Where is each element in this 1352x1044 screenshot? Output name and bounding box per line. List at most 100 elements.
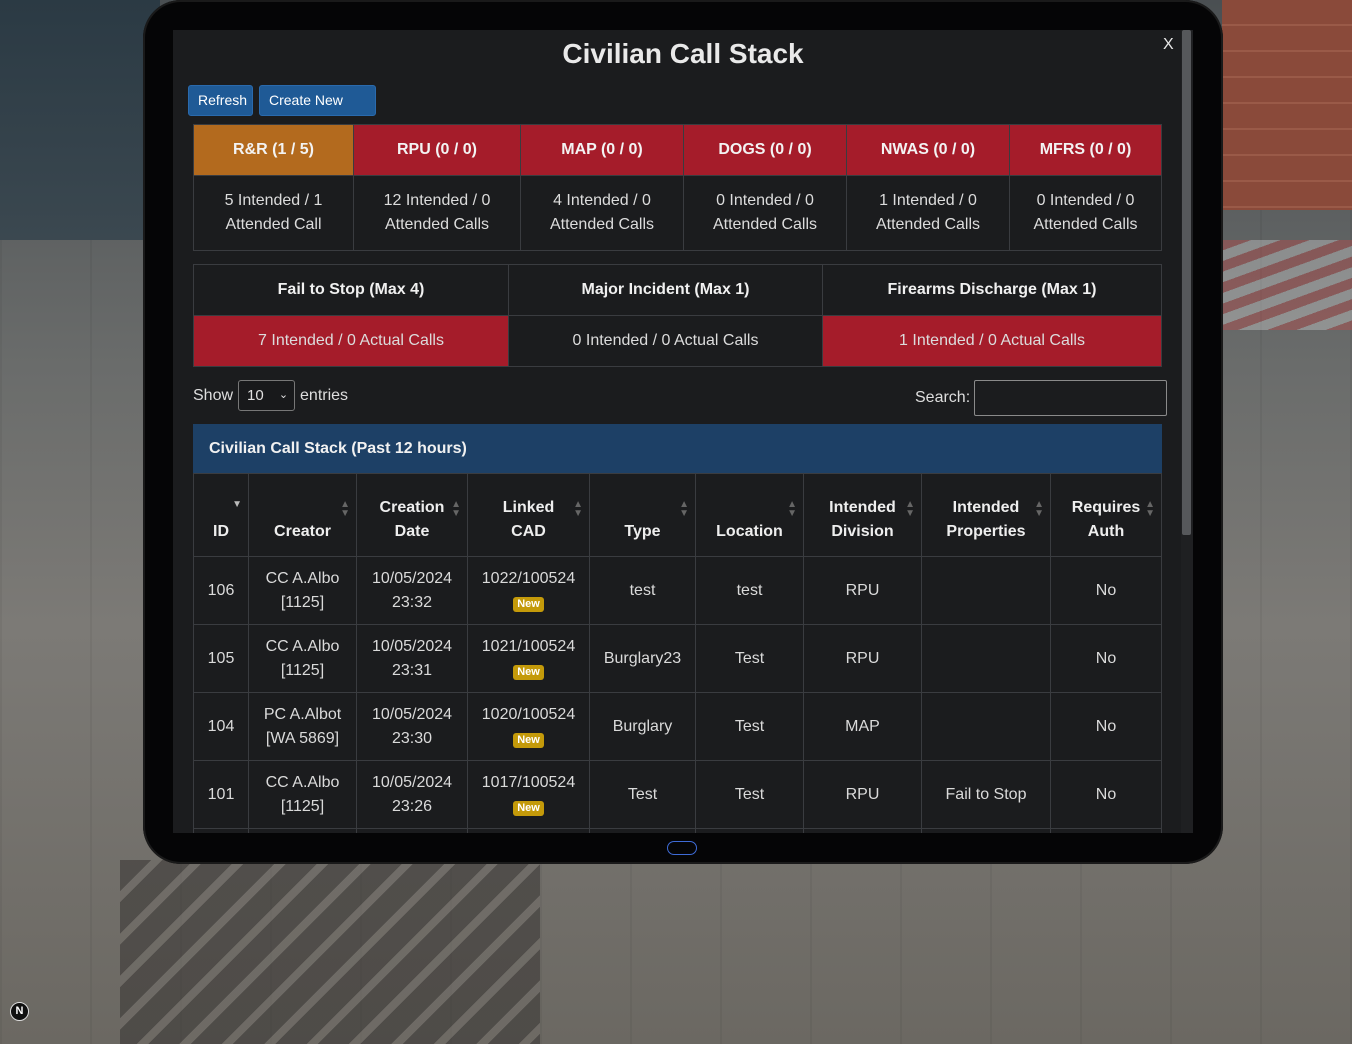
auth-cell — [1050, 828, 1162, 833]
background-curb — [1222, 240, 1352, 330]
creation-date-cell: 10/05/2024 23:26 — [356, 760, 468, 829]
tablet-screen: Civilian Call Stack X Refresh Create New… — [173, 30, 1193, 833]
search-input[interactable] — [974, 380, 1168, 416]
column-header-creator[interactable]: Creator ▲ ▼ — [248, 473, 357, 557]
sort-icon: ▲ ▼ — [451, 499, 461, 519]
location-cell — [695, 828, 804, 833]
scrollbar-thumb[interactable] — [1182, 30, 1191, 535]
call-stack-table: ID ▼ Creator ▲ ▼ Creation Date ▲ ▼ Linked CAD ▲ ▼… — [193, 473, 1162, 833]
properties-cell — [921, 624, 1051, 693]
limit-header-fail-to-stop: Fail to Stop (Max 4) — [193, 264, 509, 316]
limit-header-major-incident: Major Incident (Max 1) — [508, 264, 823, 316]
table-row[interactable]: CC A.Albo10/05/2024 — [193, 828, 1162, 833]
table-row[interactable]: 104 PC A.Albot [WA 5869] 10/05/2024 23:30 102… — [193, 692, 1162, 761]
auth-cell: No — [1050, 760, 1162, 829]
close-button[interactable]: X — [1163, 36, 1174, 54]
new-badge: New — [513, 596, 544, 612]
linked-cad-cell: 1022/100524 New — [467, 556, 590, 625]
search-label: Search: — [915, 389, 971, 406]
column-header-requires-auth[interactable]: Requires Auth ▲ ▼ — [1050, 473, 1162, 557]
type-cell: Test — [589, 760, 696, 829]
division-cell: RPU — [803, 760, 922, 829]
column-header-intended-division[interactable]: Intended Division ▲ ▼ — [803, 473, 922, 557]
sort-icon: ▲ ▼ — [573, 499, 583, 519]
table-header-row: ID ▼ Creator ▲ ▼ Creation Date ▲ ▼ Linked CAD ▲ ▼… — [193, 473, 1162, 557]
division-cell — [803, 828, 922, 833]
location-cell: Test — [695, 692, 804, 761]
sort-icon: ▲ ▼ — [1145, 499, 1155, 519]
linked-cad-cell: 1020/100524 New — [467, 692, 590, 761]
creation-date-cell: 10/05/2024 23:31 — [356, 624, 468, 693]
create-new-call-button[interactable]: Create New Call — [259, 85, 376, 137]
creator-cell: CC A.Albo [1125] — [248, 624, 357, 693]
auth-cell: No — [1050, 692, 1162, 761]
type-cell: test — [589, 556, 696, 625]
location-cell: Test — [695, 760, 804, 829]
call-limits-table: Fail to Stop (Max 4) Major Incident (Max… — [193, 264, 1162, 367]
column-header-intended-properties[interactable]: Intended Properties ▲ ▼ — [921, 473, 1051, 557]
column-header-id[interactable]: ID ▼ — [193, 473, 249, 557]
linked-cad-cell: 1017/100524 New — [467, 760, 590, 829]
division-summary-rpu: 12 Intended / 0 Attended Calls — [353, 175, 521, 251]
id-cell: 106 — [193, 556, 249, 625]
background-bricks — [120, 860, 540, 1044]
entries-select[interactable]: 10 ⌄ — [238, 380, 296, 411]
new-badge: New — [513, 664, 544, 680]
division-header-dogs: DOGS (0 / 0) — [683, 124, 847, 176]
new-badge: New — [513, 800, 544, 816]
creator-cell: CC A.Albo [1125] — [248, 760, 357, 829]
column-header-location[interactable]: Location ▲ ▼ — [695, 473, 804, 557]
sort-icon: ▲ ▼ — [1034, 499, 1044, 519]
location-cell: test — [695, 556, 804, 625]
creation-date-cell: 10/05/2024 — [356, 828, 468, 833]
table-row[interactable]: 101 CC A.Albo [1125] 10/05/2024 23:26 1017/10… — [193, 760, 1162, 829]
table-row[interactable]: 106 CC A.Albo [1125] 10/05/2024 23:32 1022/10… — [193, 556, 1162, 625]
division-summary-dogs: 0 Intended / 0 Attended Calls — [683, 175, 847, 251]
sort-desc-icon: ▼ — [232, 499, 242, 510]
entries-label: entries — [300, 386, 349, 404]
background-building-right — [1222, 0, 1352, 210]
background-building-left — [0, 0, 160, 240]
show-label: Show — [193, 386, 234, 404]
search-control: Search: — [915, 380, 1168, 416]
division-header-mfrs: MFRS (0 / 0) — [1009, 124, 1162, 176]
type-cell: Burglary23 — [589, 624, 696, 693]
division-summary-nwas: 1 Intended / 0 Attended Calls — [846, 175, 1010, 251]
sort-icon: ▲ ▼ — [905, 499, 915, 519]
limit-summary-firearms-discharge: 1 Intended / 0 Actual Calls — [822, 315, 1162, 367]
creator-cell: PC A.Albot [WA 5869] — [248, 692, 357, 761]
division-header-nwas: NWAS (0 / 0) — [846, 124, 1010, 176]
properties-cell: Fail to Stop — [921, 760, 1051, 829]
division-cell: MAP — [803, 692, 922, 761]
properties-cell — [921, 556, 1051, 625]
type-cell: Burglary — [589, 692, 696, 761]
auth-cell: No — [1050, 556, 1162, 625]
id-cell: 101 — [193, 760, 249, 829]
sort-icon: ▲ ▼ — [679, 499, 689, 519]
column-header-type[interactable]: Type ▲ ▼ — [589, 473, 696, 557]
column-header-linked-cad[interactable]: Linked CAD ▲ ▼ — [467, 473, 590, 557]
linked-cad-cell: 1021/100524 New — [467, 624, 590, 693]
column-header-creation-date[interactable]: Creation Date ▲ ▼ — [356, 473, 468, 557]
sort-icon: ▲ ▼ — [340, 499, 350, 519]
refresh-button[interactable]: Refresh — [188, 85, 253, 116]
division-header-map: MAP (0 / 0) — [520, 124, 684, 176]
limit-summary-major-incident: 0 Intended / 0 Actual Calls — [508, 315, 823, 367]
limit-header-firearms-discharge: Firearms Discharge (Max 1) — [822, 264, 1162, 316]
auth-cell: No — [1050, 624, 1162, 693]
division-cell: RPU — [803, 556, 922, 625]
id-cell: 105 — [193, 624, 249, 693]
tablet-home-button[interactable] — [667, 841, 697, 855]
division-summary-table: R&R (1 / 5) RPU (0 / 0) MAP (0 / 0) DOGS… — [193, 124, 1162, 251]
division-summary-mfrs: 0 Intended / 0 Attended Calls — [1009, 175, 1162, 251]
scrollbar[interactable] — [1181, 30, 1193, 833]
division-summary-rr: 5 Intended / 1 Attended Call — [193, 175, 354, 251]
location-cell: Test — [695, 624, 804, 693]
creation-date-cell: 10/05/2024 23:30 — [356, 692, 468, 761]
table-row[interactable]: 105 CC A.Albo [1125] 10/05/2024 23:31 1021/10… — [193, 624, 1162, 693]
id-cell — [193, 828, 249, 833]
limit-summary-fail-to-stop: 7 Intended / 0 Actual Calls — [193, 315, 509, 367]
creator-cell: CC A.Albo [1125] — [248, 556, 357, 625]
chevron-down-icon: ⌄ — [278, 389, 289, 401]
entries-control: Show 10 ⌄ entries — [193, 380, 348, 411]
